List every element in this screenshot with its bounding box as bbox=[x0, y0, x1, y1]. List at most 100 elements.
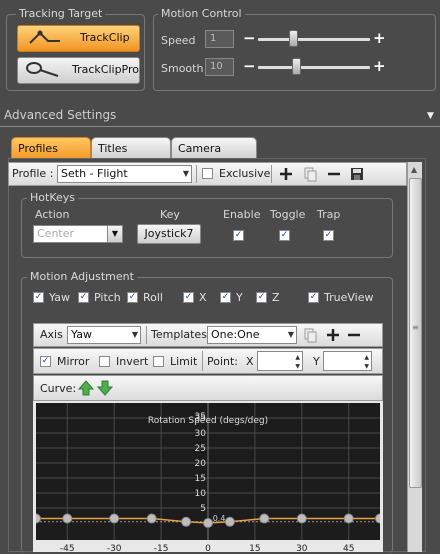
toolbar-separator-4 bbox=[202, 351, 203, 371]
chevron-down-icon: ▼ bbox=[131, 330, 138, 339]
curve-point-handle[interactable] bbox=[203, 518, 213, 528]
smooth-minus-button[interactable]: − bbox=[243, 59, 256, 74]
profile-select-value: Seth - Flight bbox=[61, 167, 128, 180]
point-y-label: Y bbox=[313, 355, 320, 368]
spin-arrows-icon[interactable]: ▲ ▼ bbox=[295, 353, 300, 371]
spin-arrows-icon[interactable]: ▲ ▼ bbox=[364, 353, 369, 371]
speed-plus-button[interactable]: + bbox=[373, 31, 386, 46]
curve-point-handle[interactable] bbox=[146, 513, 157, 524]
save-profile-icon[interactable] bbox=[349, 166, 365, 182]
speed-slider-track[interactable] bbox=[258, 38, 370, 41]
axis-y-checkbox[interactable]: ✓ bbox=[220, 292, 231, 303]
tab-profiles[interactable]: Profiles bbox=[11, 137, 91, 159]
speed-slider-thumb[interactable] bbox=[288, 30, 298, 47]
tab-profiles-label: Profiles bbox=[18, 142, 58, 155]
templates-select-value: One:One bbox=[211, 328, 260, 341]
speed-value-field[interactable]: 1 bbox=[205, 30, 234, 48]
profile-select[interactable]: Seth - Flight ▼ bbox=[57, 165, 192, 183]
tab-camera-label: Camera bbox=[178, 142, 222, 155]
tab-camera[interactable]: Camera bbox=[171, 137, 257, 159]
templates-select[interactable]: One:One ▼ bbox=[207, 326, 297, 344]
curve-point-handle[interactable] bbox=[343, 513, 354, 524]
x-tick-label: 15 bbox=[249, 544, 260, 554]
curve-point-handle[interactable] bbox=[109, 513, 120, 524]
profile-label: Profile : bbox=[12, 167, 54, 180]
hotkeys-action-header: Action bbox=[35, 208, 70, 221]
curve-point-handle[interactable] bbox=[36, 513, 41, 524]
templates-label: Templates bbox=[151, 328, 207, 341]
x-tick-label: 30 bbox=[296, 544, 308, 554]
collapse-arrow-icon[interactable]: ▼ bbox=[427, 111, 434, 121]
panel-scrollbar[interactable]: ▲ ≡ bbox=[407, 162, 422, 552]
copy-profile-icon[interactable] bbox=[302, 166, 318, 182]
hotkeys-key-header: Key bbox=[160, 208, 180, 221]
axis-pitch-checkbox[interactable]: ✓ bbox=[78, 292, 89, 303]
trackclippro-button[interactable]: TrackClipPro bbox=[17, 57, 140, 84]
curve-down-arrow-icon[interactable] bbox=[97, 380, 113, 396]
hotkey-toggle-checkbox[interactable]: ✓ bbox=[279, 230, 290, 241]
exclusive-label: Exclusive bbox=[219, 167, 271, 180]
add-template-icon[interactable] bbox=[325, 327, 341, 343]
y-tick-label: 25 bbox=[195, 444, 206, 454]
hotkey-action-dropdown-button[interactable]: ▼ bbox=[107, 225, 123, 243]
point-x-label: X bbox=[246, 355, 254, 368]
curve-point-handle[interactable] bbox=[375, 513, 381, 524]
remove-template-icon[interactable] bbox=[346, 327, 362, 343]
hotkey-key-button[interactable]: Joystick7 bbox=[137, 224, 201, 244]
remove-profile-icon[interactable] bbox=[326, 166, 342, 182]
point-y-spinner[interactable]: ▲ ▼ bbox=[323, 351, 372, 371]
axis-select[interactable]: Yaw ▼ bbox=[67, 326, 141, 344]
speed-minus-button[interactable]: − bbox=[243, 31, 256, 46]
mirror-checkbox[interactable]: ✓ bbox=[40, 356, 51, 367]
axis-select-value: Yaw bbox=[71, 328, 92, 341]
axis-x-checkbox[interactable]: ✓ bbox=[183, 292, 194, 303]
axis-x-label: X bbox=[199, 291, 207, 304]
hotkey-key-value: Joystick7 bbox=[144, 227, 194, 240]
hotkey-enable-checkbox[interactable]: ✓ bbox=[233, 230, 244, 241]
smooth-slider-thumb[interactable] bbox=[291, 58, 301, 75]
hotkey-trap-checkbox[interactable]: ✓ bbox=[323, 230, 334, 241]
tab-titles[interactable]: Titles bbox=[91, 137, 171, 159]
hotkey-action-value: Center bbox=[37, 227, 75, 240]
y-tick-label: 10 bbox=[195, 489, 207, 499]
hotkeys-trap-header: Trap bbox=[317, 208, 341, 221]
invert-checkbox[interactable] bbox=[99, 356, 110, 367]
axis-trueview-checkbox[interactable]: ✓ bbox=[308, 292, 319, 303]
curve-point-handle[interactable] bbox=[62, 513, 73, 524]
limit-checkbox[interactable] bbox=[153, 356, 164, 367]
trackclip-label: TrackClip bbox=[80, 31, 130, 44]
curve-point-handle[interactable] bbox=[296, 513, 307, 524]
axis-y-label: Y bbox=[236, 291, 243, 304]
advanced-divider bbox=[0, 126, 440, 127]
curve-point-handle[interactable] bbox=[181, 516, 192, 527]
curve-chart[interactable]: 5101520253035-45 -30 -15 0 15 30 4535Rotation … bbox=[36, 403, 380, 554]
smooth-slider-track[interactable] bbox=[258, 66, 370, 69]
trackclippro-icon bbox=[26, 62, 59, 77]
y-tick-label: 5 bbox=[200, 504, 206, 514]
copy-template-icon[interactable] bbox=[302, 327, 318, 343]
y-tick-label: 20 bbox=[195, 459, 207, 469]
trackclippro-label: TrackClipPro bbox=[72, 63, 140, 76]
hotkeys-title: HotKeys bbox=[27, 192, 78, 204]
curve-point-handle[interactable] bbox=[224, 516, 235, 527]
smooth-value-field[interactable]: 10 bbox=[205, 58, 234, 76]
scroll-up-arrow-icon[interactable]: ▲ bbox=[411, 165, 417, 174]
x-tick-label: 0 bbox=[205, 544, 211, 554]
curve-label: Curve: bbox=[40, 382, 77, 395]
trackclip-button[interactable]: TrackClip bbox=[17, 25, 140, 52]
exclusive-checkbox[interactable] bbox=[202, 168, 213, 179]
axis-roll-checkbox[interactable]: ✓ bbox=[127, 292, 138, 303]
curve-point-handle[interactable] bbox=[259, 513, 270, 524]
smooth-plus-button[interactable]: + bbox=[373, 59, 386, 74]
point-label: Point: bbox=[207, 355, 239, 368]
scroll-thumb[interactable]: ≡ bbox=[409, 178, 422, 488]
motion-control-group bbox=[153, 14, 436, 91]
axis-yaw-checkbox[interactable]: ✓ bbox=[33, 292, 44, 303]
axis-z-checkbox[interactable]: ✓ bbox=[256, 292, 267, 303]
point-x-spinner[interactable]: ▲ ▼ bbox=[257, 351, 303, 371]
motion-control-title: Motion Control bbox=[158, 8, 245, 20]
trackclip-icon bbox=[29, 30, 60, 44]
chevron-down-icon: ▼ bbox=[287, 330, 294, 339]
add-profile-icon[interactable] bbox=[278, 166, 294, 182]
curve-up-arrow-icon[interactable] bbox=[78, 380, 94, 396]
